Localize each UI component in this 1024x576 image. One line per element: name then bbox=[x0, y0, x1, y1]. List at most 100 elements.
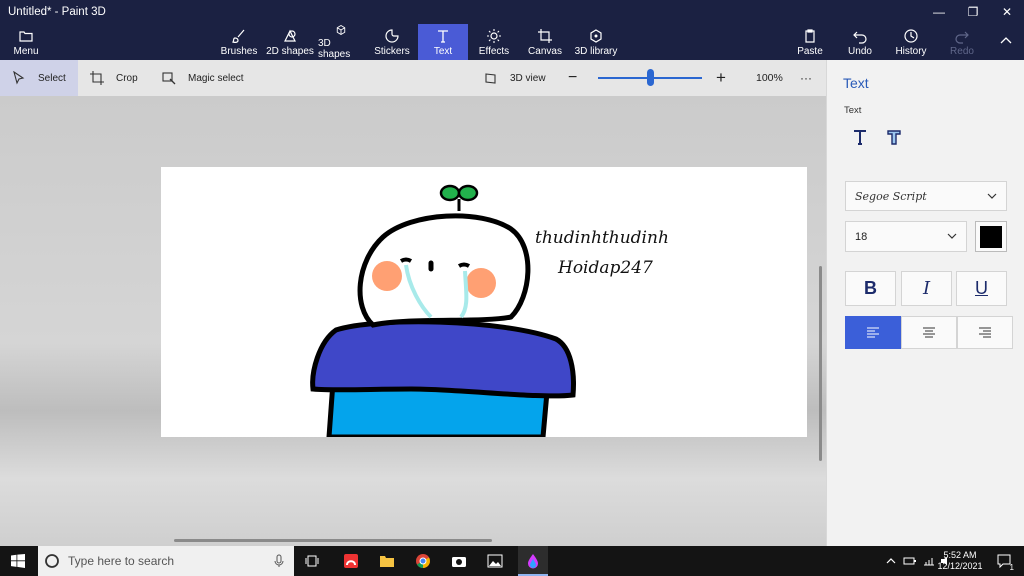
title-bar: Untitled* - Paint 3D — ❐ ✕ bbox=[0, 0, 1024, 24]
vertical-scrollbar[interactable] bbox=[819, 266, 822, 461]
canvas-text-2[interactable]: Hoidap247 bbox=[557, 258, 653, 278]
collapse-ribbon-button[interactable] bbox=[994, 24, 1018, 60]
menu-label: Menu bbox=[13, 45, 39, 57]
undo-button[interactable]: Undo bbox=[846, 24, 874, 60]
library-icon bbox=[590, 28, 602, 43]
crop-icon bbox=[90, 71, 104, 85]
clock[interactable]: 5:52 AM 12/12/2021 bbox=[934, 550, 986, 572]
shapes-2d-tab[interactable]: 2D shapes bbox=[266, 24, 314, 60]
clipboard-icon bbox=[805, 28, 815, 43]
tray-overflow-button[interactable] bbox=[884, 546, 898, 576]
undo-label: Undo bbox=[848, 45, 872, 57]
font-size-value: 18 bbox=[855, 230, 868, 243]
shapes-2d-icon bbox=[284, 29, 296, 42]
underline-button[interactable]: U bbox=[956, 271, 1007, 306]
text-2d-button[interactable] bbox=[847, 124, 873, 150]
align-left-button[interactable] bbox=[845, 316, 901, 349]
magic-select-tool[interactable]: Magic select bbox=[150, 60, 250, 96]
clock-time: 5:52 AM bbox=[943, 550, 977, 560]
taskbar-app-paint3d[interactable] bbox=[518, 546, 548, 576]
sticker-icon bbox=[385, 28, 399, 43]
view-3d-label: 3D view bbox=[510, 72, 546, 84]
canvas-tab[interactable]: Canvas bbox=[527, 24, 563, 60]
text-2d-icon bbox=[854, 130, 866, 145]
battery-icon bbox=[903, 557, 916, 565]
taskbar-app-snip[interactable] bbox=[338, 546, 364, 576]
align-left-icon bbox=[867, 326, 879, 338]
taskbar-app-camera[interactable] bbox=[446, 546, 472, 576]
menu-button[interactable]: Menu bbox=[6, 24, 46, 60]
magic-select-label: Magic select bbox=[188, 72, 244, 84]
crop-tool[interactable]: Crop bbox=[78, 60, 148, 96]
text-tab[interactable]: Text bbox=[418, 24, 468, 60]
taskbar-app-chrome[interactable] bbox=[410, 546, 436, 576]
select-tool[interactable]: Select bbox=[0, 60, 78, 96]
more-options-button[interactable]: ··· bbox=[800, 60, 818, 96]
effects-tab[interactable]: Effects bbox=[476, 24, 512, 60]
align-center-button[interactable] bbox=[901, 316, 957, 349]
font-family-select[interactable]: Segoe Script bbox=[845, 181, 1007, 211]
stickers-tab[interactable]: Stickers bbox=[373, 24, 411, 60]
magic-select-icon bbox=[162, 72, 176, 85]
zoom-slider-thumb[interactable] bbox=[646, 69, 654, 86]
font-family-value: Segoe Script bbox=[855, 189, 927, 203]
ribbon: Menu Brushes 2D shapes 3D shapes Sticker… bbox=[0, 24, 1024, 60]
folder-icon bbox=[19, 30, 33, 42]
text-panel: Text Text Segoe Script 18 B I U bbox=[826, 60, 1024, 546]
panel-subtitle: Text bbox=[844, 105, 862, 116]
align-center-icon bbox=[923, 326, 935, 338]
taskbar-app-photos[interactable] bbox=[482, 546, 508, 576]
eye-left bbox=[399, 257, 413, 263]
select-label: Select bbox=[38, 72, 66, 84]
text-3d-button[interactable] bbox=[881, 124, 907, 150]
align-right-icon bbox=[979, 326, 991, 338]
search-box[interactable]: Type here to search bbox=[38, 546, 294, 576]
align-right-button[interactable] bbox=[957, 316, 1013, 349]
cube-icon bbox=[336, 24, 346, 36]
view-3d-icon bbox=[485, 73, 496, 84]
microphone-icon[interactable] bbox=[274, 554, 284, 568]
horizontal-scrollbar[interactable] bbox=[174, 539, 492, 542]
start-button[interactable] bbox=[0, 546, 36, 576]
brushes-tab[interactable]: Brushes bbox=[220, 24, 258, 60]
maximize-button[interactable]: ❐ bbox=[956, 0, 990, 24]
text-color-button[interactable] bbox=[975, 221, 1007, 252]
redo-label: Redo bbox=[950, 45, 974, 57]
battery-indicator[interactable] bbox=[902, 546, 918, 576]
chrome-icon bbox=[416, 554, 430, 568]
workspace: thudinhthudinh Hoidap247 bbox=[0, 96, 826, 546]
italic-button[interactable]: I bbox=[901, 271, 952, 306]
font-size-select[interactable]: 18 bbox=[845, 221, 967, 252]
text-icon bbox=[438, 29, 448, 43]
redo-button[interactable]: Redo bbox=[949, 24, 975, 60]
history-icon bbox=[904, 28, 918, 43]
toolbar: Select Crop Magic select 3D view − + 100… bbox=[0, 60, 826, 96]
text-label: Text bbox=[433, 45, 453, 57]
bold-button[interactable]: B bbox=[845, 271, 896, 306]
zoom-out-button[interactable]: − bbox=[568, 60, 584, 96]
canvas-text-1[interactable]: thudinhthudinh bbox=[535, 228, 669, 248]
action-center-button[interactable]: 1 bbox=[992, 546, 1016, 576]
cursor-icon bbox=[13, 71, 25, 85]
eye-right bbox=[457, 262, 471, 268]
paste-button[interactable]: Paste bbox=[796, 24, 824, 60]
chevron-up-icon bbox=[886, 558, 896, 564]
cortana-icon bbox=[45, 554, 59, 568]
cup-lid bbox=[310, 319, 576, 399]
shapes-3d-tab[interactable]: 3D shapes bbox=[318, 24, 364, 60]
window-title: Untitled* - Paint 3D bbox=[8, 6, 106, 18]
zoom-in-button[interactable]: + bbox=[716, 60, 732, 96]
drawing: thudinhthudinh Hoidap247 bbox=[310, 184, 669, 437]
minimize-button[interactable]: — bbox=[922, 0, 956, 24]
library-3d-tab[interactable]: 3D library bbox=[574, 24, 618, 60]
task-view-button[interactable] bbox=[298, 546, 326, 576]
drawing-canvas[interactable]: thudinhthudinh Hoidap247 bbox=[161, 167, 807, 437]
sprout-leaf-right bbox=[457, 184, 479, 202]
history-button[interactable]: History bbox=[894, 24, 928, 60]
snip-icon bbox=[344, 554, 358, 568]
taskbar-app-explorer[interactable] bbox=[374, 546, 400, 576]
view-3d-button[interactable]: 3D view bbox=[484, 60, 554, 96]
close-button[interactable]: ✕ bbox=[990, 0, 1024, 24]
canvas-label: Canvas bbox=[528, 45, 562, 57]
stickers-label: Stickers bbox=[374, 45, 410, 57]
